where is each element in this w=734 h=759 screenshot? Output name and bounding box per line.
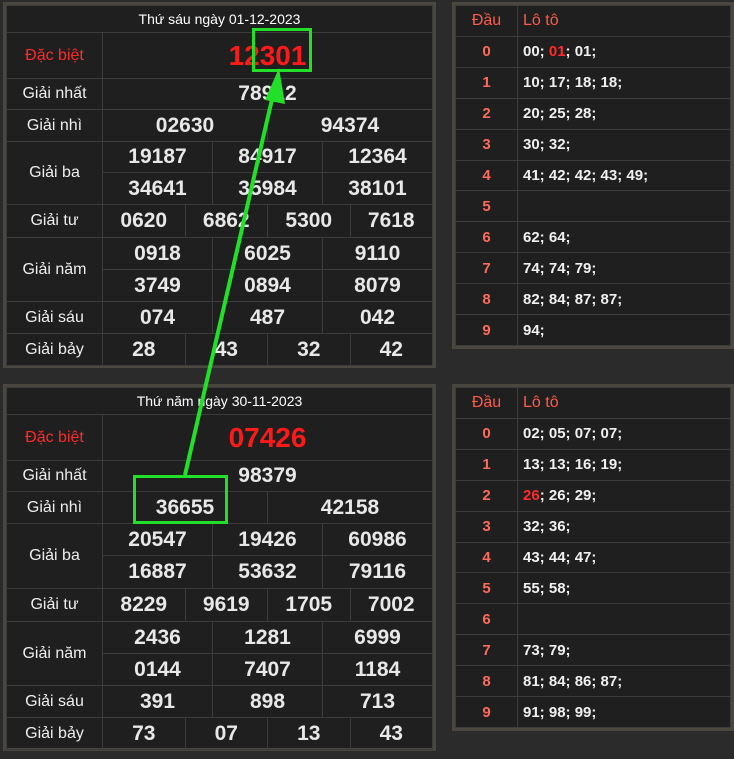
annotation-arrow-overlay: [183, 68, 285, 476]
annotation-arrow-head: [265, 68, 285, 104]
annotation-arrow-line: [183, 94, 275, 476]
